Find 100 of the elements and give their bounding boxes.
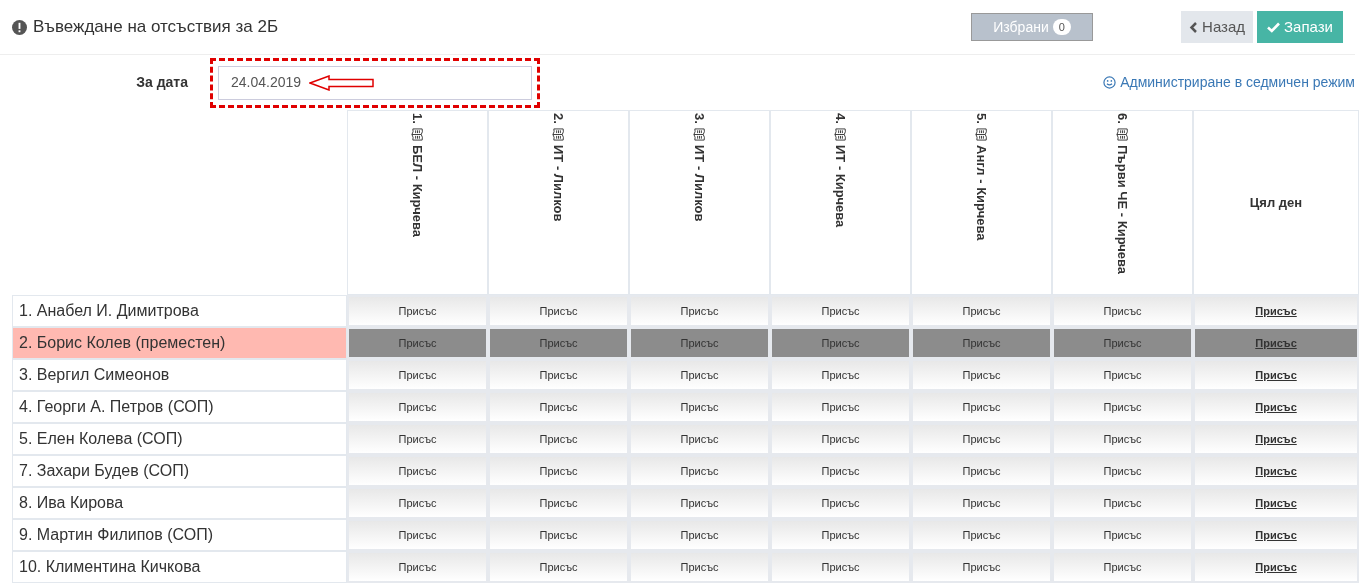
chevron-left-icon [1189,21,1199,33]
book-icon [552,127,565,141]
lesson-label: ИТ - Лилков [691,144,709,222]
student-name: 2. Борис Колев (преместен) [12,327,347,359]
attendance-cell[interactable]: Присъс [911,391,1052,423]
attendance-cell[interactable]: Присъс [347,551,488,583]
attendance-cell[interactable]: Присъс [629,423,770,455]
attendance-cell[interactable]: Присъс [488,455,629,487]
lesson-number: 5. [973,113,991,124]
attendance-cell[interactable]: Присъс [770,519,911,551]
student-name: 1. Анабел И. Димитрова [12,295,347,327]
attendance-cell[interactable]: Присъс [911,487,1052,519]
attendance-cell[interactable]: Присъс [629,391,770,423]
attendance-cell[interactable]: Присъс [770,455,911,487]
lesson-number: 1. [409,113,427,124]
attendance-cell[interactable]: Присъс [347,359,488,391]
book-icon [975,127,988,141]
attendance-cell[interactable]: Присъс [770,551,911,583]
date-label: За дата [135,73,189,92]
exclamation-icon [12,19,27,35]
attendance-cell[interactable]: Присъс [1052,423,1193,455]
book-icon [1116,127,1129,141]
attendance-cell[interactable]: Присъс [629,327,770,359]
attendance-cell[interactable]: Присъс [770,327,911,359]
student-name: 9. Мартин Филипов (СОП) [12,519,347,551]
lesson-label: Първи ЧЕ - Кирчева [1114,144,1132,274]
attendance-cell[interactable]: Присъс [488,391,629,423]
whole-day-cell[interactable]: Присъс [1193,359,1359,391]
attendance-cell[interactable]: Присъс [770,391,911,423]
back-button[interactable]: Назад [1181,11,1254,43]
attendance-cell[interactable]: Присъс [911,551,1052,583]
whole-day-cell[interactable]: Присъс [1193,487,1359,519]
attendance-cell[interactable]: Присъс [911,455,1052,487]
attendance-cell[interactable]: Присъс [347,327,488,359]
attendance-cell[interactable]: Присъс [488,295,629,327]
attendance-cell[interactable]: Присъс [1052,359,1193,391]
attendance-cell[interactable]: Присъс [770,487,911,519]
book-icon [411,127,424,141]
attendance-cell[interactable]: Присъс [347,391,488,423]
whole-day-cell[interactable]: Присъс [1193,391,1359,423]
attendance-cell[interactable]: Присъс [488,551,629,583]
attendance-cell[interactable]: Присъс [488,423,629,455]
attendance-cell[interactable]: Присъс [1052,327,1193,359]
lesson-number: 4. [832,113,850,124]
student-name: 5. Елен Колева (СОП) [12,423,347,455]
attendance-cell[interactable]: Присъс [1052,295,1193,327]
lesson-label: БЕЛ - Кирчева [409,144,427,237]
student-name: 10. Климентина Кичкова [12,551,347,583]
attendance-cell[interactable]: Присъс [488,487,629,519]
attendance-cell[interactable]: Присъс [1052,519,1193,551]
attendance-cell[interactable]: Присъс [488,519,629,551]
attendance-cell[interactable]: Присъс [1052,551,1193,583]
attendance-cell[interactable]: Присъс [347,295,488,327]
attendance-cell[interactable]: Присъс [911,519,1052,551]
date-field[interactable]: 24.04.2019 [218,65,532,100]
attendance-cell[interactable]: Присъс [770,359,911,391]
attendance-cell[interactable]: Присъс [629,487,770,519]
attendance-cell[interactable]: Присъс [770,295,911,327]
attendance-cell[interactable]: Присъс [629,519,770,551]
attendance-cell[interactable]: Присъс [911,359,1052,391]
book-icon [834,127,847,141]
whole-day-cell[interactable]: Присъс [1193,551,1359,583]
attendance-cell[interactable]: Присъс [488,327,629,359]
attendance-cell[interactable]: Присъс [488,359,629,391]
whole-day-cell[interactable]: Присъс [1193,295,1359,327]
column-header: Цял ден [1193,110,1359,295]
lesson-number: 2. [550,113,568,124]
selected-button[interactable]: Избрани 0 [971,13,1094,41]
student-name: 4. Георги А. Петров (СОП) [12,391,347,423]
check-icon [1267,21,1281,33]
attendance-cell[interactable]: Присъс [770,423,911,455]
attendance-cell[interactable]: Присъс [1052,391,1193,423]
attendance-cell[interactable]: Присъс [629,551,770,583]
attendance-cell[interactable]: Присъс [911,423,1052,455]
attendance-cell[interactable]: Присъс [1052,455,1193,487]
attendance-cell[interactable]: Присъс [911,327,1052,359]
attendance-cell[interactable]: Присъс [629,295,770,327]
attendance-cell[interactable]: Присъс [347,519,488,551]
smiley-icon [1103,76,1117,89]
lesson-label: ИТ - Кирчева [832,144,850,228]
date-value: 24.04.2019 [231,73,302,92]
book-icon [693,127,706,141]
whole-day-cell[interactable]: Присъс [1193,519,1359,551]
attendance-cell[interactable]: Присъс [629,455,770,487]
attendance-cell[interactable]: Присъс [347,487,488,519]
student-name: 3. Вергил Симеонов [12,359,347,391]
arrow-annotation [309,74,376,91]
whole-day-cell[interactable]: Присъс [1193,455,1359,487]
attendance-cell[interactable]: Присъс [911,295,1052,327]
lesson-label: Англ - Кирчева [973,144,991,241]
whole-day-cell[interactable]: Присъс [1193,327,1359,359]
whole-day-cell[interactable]: Присъс [1193,423,1359,455]
lesson-number: 3. [691,113,709,124]
attendance-cell[interactable]: Присъс [1052,487,1193,519]
weekly-mode-link[interactable]: Администриране в седмичен режим [1103,72,1355,93]
attendance-cell[interactable]: Присъс [629,359,770,391]
attendance-cell[interactable]: Присъс [347,423,488,455]
lesson-number: 6. [1114,113,1132,124]
attendance-cell[interactable]: Присъс [347,455,488,487]
page-title: Въвеждане на отсъствия за 2Б [33,16,279,39]
